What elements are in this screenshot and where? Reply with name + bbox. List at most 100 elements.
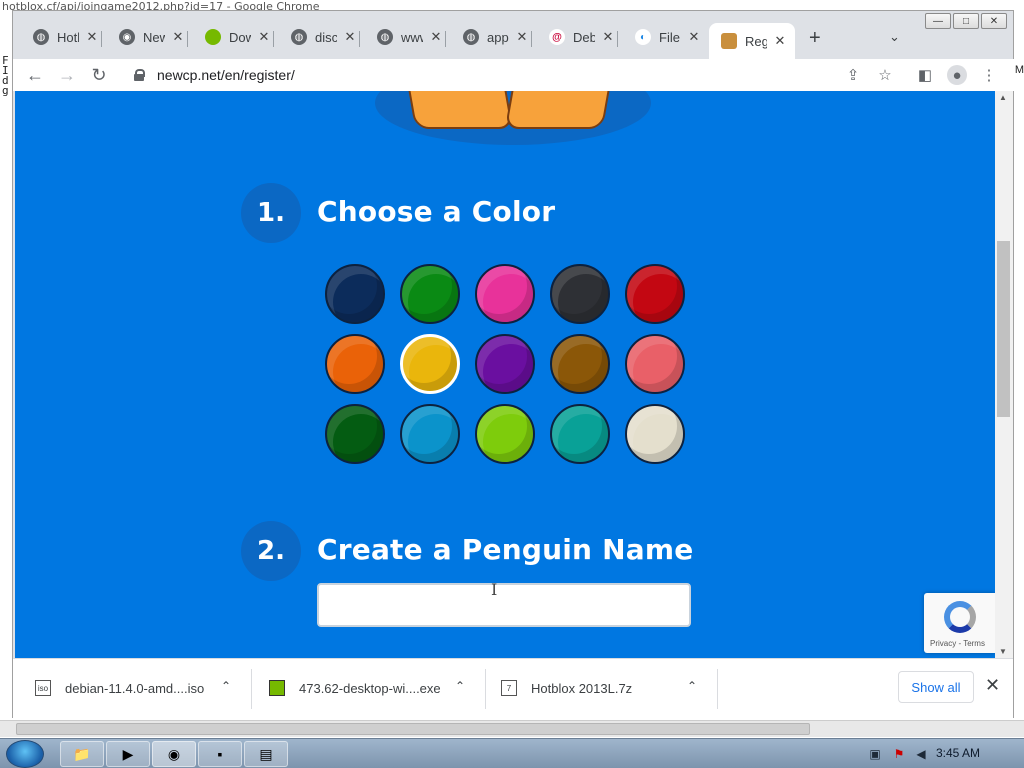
network-icon[interactable]: ▣: [868, 747, 882, 761]
side-panel-icon[interactable]: ◧: [915, 65, 935, 85]
color-swatch[interactable]: [475, 264, 535, 324]
profile-avatar-icon[interactable]: ●: [947, 65, 967, 85]
scrollbar-thumb[interactable]: [997, 241, 1010, 417]
download-separator: [251, 669, 252, 709]
share-icon[interactable]: ⇪: [843, 65, 863, 85]
penguin-foot-right: [504, 91, 612, 129]
color-swatch[interactable]: [400, 404, 460, 464]
recaptcha-icon: [944, 601, 976, 633]
bookmark-star-icon[interactable]: ☆: [875, 65, 895, 85]
reload-button[interactable]: ↻: [87, 63, 111, 87]
background-left-text: F I d g: [2, 55, 12, 96]
download-item-hotblox[interactable]: 7 Hotblox 2013L.7z: [501, 659, 632, 717]
color-swatch[interactable]: [325, 264, 385, 324]
cmd-icon[interactable]: ▪: [198, 741, 242, 767]
forward-button[interactable]: →: [55, 63, 79, 87]
scroll-up-icon[interactable]: ▲: [999, 93, 1007, 102]
color-swatch[interactable]: [550, 264, 610, 324]
horizontal-scrollbar-thumb[interactable]: [16, 723, 810, 735]
chrome-icon[interactable]: ◉: [152, 741, 196, 767]
toolbar: ← → ↻ newcp.net/en/register/ ⇪ ☆ ◧ ● ⋮: [13, 59, 1015, 91]
close-tab-icon[interactable]: ✕: [85, 29, 99, 45]
color-swatch[interactable]: [400, 264, 460, 324]
recaptcha-links[interactable]: Privacy - Terms: [930, 639, 985, 648]
penguin-name-input[interactable]: [317, 583, 691, 627]
tab-discord[interactable]: ◍ discord ✕: [271, 23, 357, 51]
chrome-icon: ◉: [119, 29, 135, 45]
download-separator: [717, 669, 718, 709]
iso-file-icon: iso: [35, 680, 51, 696]
close-tab-icon[interactable]: ✕: [171, 29, 185, 45]
close-tab-icon[interactable]: ✕: [429, 29, 443, 45]
volume-icon[interactable]: ◀: [914, 747, 928, 761]
start-button[interactable]: [6, 740, 44, 768]
download-options-icon[interactable]: ⌃: [221, 679, 231, 693]
tab-download[interactable]: Download ✕: [185, 23, 271, 51]
color-swatch[interactable]: [625, 404, 685, 464]
url-text[interactable]: newcp.net/en/register/: [157, 67, 295, 83]
folder-icon[interactable]: 📁: [60, 741, 104, 767]
download-filename: Hotblox 2013L.7z: [531, 680, 633, 696]
close-tab-icon[interactable]: ✕: [601, 29, 615, 45]
tab-debian[interactable]: @ Debian ✕: [529, 23, 615, 51]
close-tab-icon[interactable]: ✕: [343, 29, 357, 45]
color-swatch[interactable]: [625, 334, 685, 394]
close-tab-icon[interactable]: ✕: [515, 29, 529, 45]
taskbar: 📁 ▶ ◉ ▪ ▤ ▣ ⚑ ◀ 3:45 AM: [0, 738, 1024, 768]
tab-title: app: [487, 29, 509, 45]
background-right-text: M: [1014, 64, 1024, 76]
notepad-icon[interactable]: ▤: [244, 741, 288, 767]
globe-icon: ◍: [463, 29, 479, 45]
menu-icon[interactable]: ⋮: [979, 65, 999, 85]
globe-icon: ◍: [291, 29, 307, 45]
close-tab-icon[interactable]: ✕: [687, 29, 701, 45]
system-clock[interactable]: 3:45 AM: [936, 746, 980, 760]
file-icon: ◐: [635, 29, 651, 45]
tab-www[interactable]: ◍ www ✕: [357, 23, 443, 51]
tab-title: Hotblox: [57, 29, 79, 45]
color-swatch[interactable]: [325, 334, 385, 394]
color-swatch[interactable]: [550, 404, 610, 464]
download-filename: debian-11.4.0-amd....iso: [65, 680, 205, 696]
action-center-icon[interactable]: ⚑: [892, 747, 906, 761]
download-item-nvidia[interactable]: 473.62-desktop-wi....exe: [269, 659, 441, 717]
color-swatch[interactable]: [550, 334, 610, 394]
download-bar: iso debian-11.4.0-amd....iso ⌃ 473.62-de…: [13, 658, 1013, 718]
recaptcha-badge[interactable]: Privacy - Terms: [924, 593, 995, 653]
tab-title: www: [401, 29, 423, 45]
download-separator: [485, 669, 486, 709]
close-tab-icon[interactable]: ✕: [773, 33, 787, 49]
tab-title: New Tab: [143, 29, 165, 45]
color-swatch[interactable]: [475, 404, 535, 464]
tab-search-icon[interactable]: ⌄: [889, 29, 900, 45]
tab-file[interactable]: ◐ File ✕: [615, 23, 701, 51]
tab-app[interactable]: ◍ app ✕: [443, 23, 529, 51]
close-tab-icon[interactable]: ✕: [257, 29, 271, 45]
tab-title: Register: [745, 33, 767, 49]
color-swatch[interactable]: [625, 264, 685, 324]
color-swatch[interactable]: [400, 334, 460, 394]
tab-strip: ◍ Hotblox ✕ ◉ New Tab ✕ Download ✕ ◍ dis…: [13, 23, 1015, 59]
scroll-down-icon[interactable]: ▼: [999, 647, 1007, 656]
tab-new-tab[interactable]: ◉ New Tab ✕: [99, 23, 185, 51]
close-download-bar-icon[interactable]: ✕: [985, 675, 1000, 696]
address-bar[interactable]: newcp.net/en/register/: [125, 62, 895, 88]
color-swatch[interactable]: [475, 334, 535, 394]
page-scrollbar[interactable]: ▲ ▼: [995, 91, 1013, 658]
penguin-foot-left: [406, 91, 514, 129]
media-player-icon[interactable]: ▶: [106, 741, 150, 767]
show-all-button[interactable]: Show all: [898, 671, 974, 703]
color-swatch[interactable]: [325, 404, 385, 464]
tab-hotblox[interactable]: ◍ Hotblox ✕: [13, 23, 99, 51]
download-item-debian[interactable]: iso debian-11.4.0-amd....iso: [35, 659, 204, 717]
back-button[interactable]: ←: [23, 63, 47, 87]
nvidia-file-icon: [269, 680, 285, 696]
download-options-icon[interactable]: ⌃: [455, 679, 465, 693]
tab-title: Debian: [573, 29, 595, 45]
new-tab-button[interactable]: +: [809, 27, 821, 50]
tab-register[interactable]: Register ✕: [709, 23, 795, 59]
lock-icon[interactable]: [133, 69, 145, 81]
archive-file-icon: 7: [501, 680, 517, 696]
horizontal-scrollbar[interactable]: [0, 720, 1024, 737]
download-options-icon[interactable]: ⌃: [687, 679, 697, 693]
